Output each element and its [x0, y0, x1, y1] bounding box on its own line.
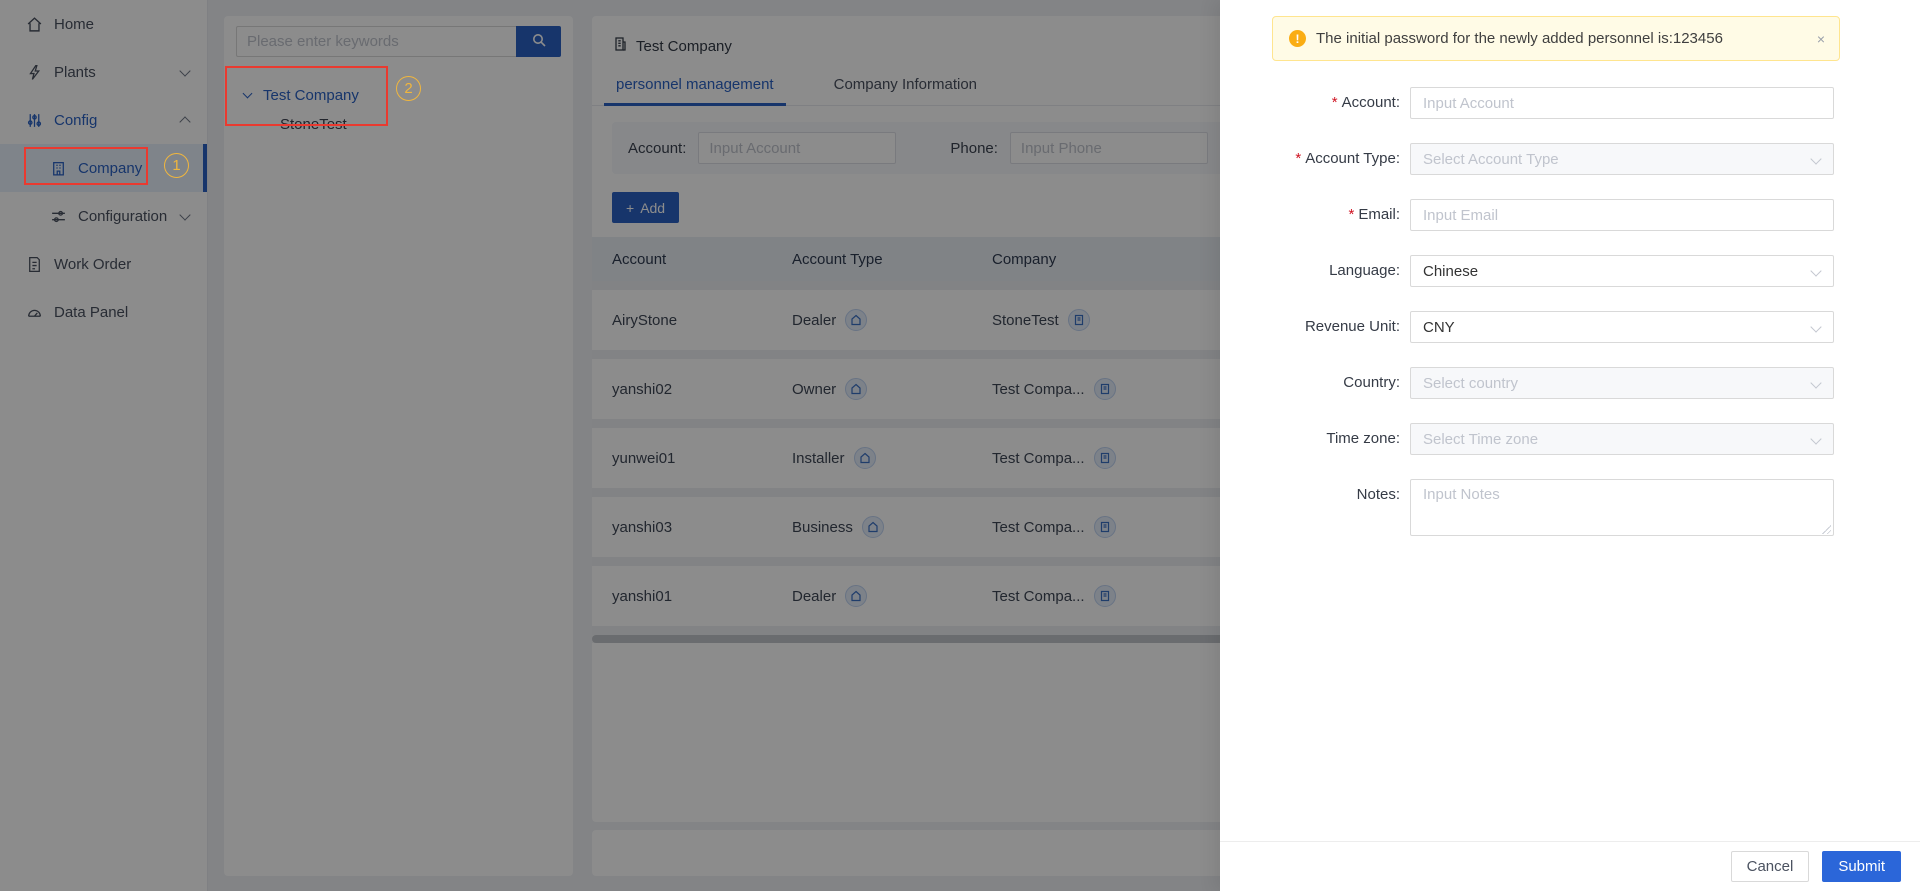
- cancel-button[interactable]: Cancel: [1731, 851, 1810, 882]
- country-select[interactable]: Select country: [1410, 367, 1834, 399]
- field-label-notes: Notes:: [1220, 479, 1410, 511]
- add-personnel-form: *Account: *Account Type: Select Account …: [1220, 87, 1920, 540]
- language-select[interactable]: Chinese: [1410, 255, 1834, 287]
- chevron-down-icon: [1810, 153, 1821, 164]
- chevron-down-icon: [1810, 321, 1821, 332]
- revenue-unit-select[interactable]: CNY: [1410, 311, 1834, 343]
- account-type-select[interactable]: Select Account Type: [1410, 143, 1834, 175]
- email-field[interactable]: [1410, 199, 1834, 231]
- field-label-email: *Email:: [1220, 199, 1410, 231]
- initial-password-alert: ! The initial password for the newly add…: [1272, 16, 1840, 61]
- chevron-down-icon: [1810, 377, 1821, 388]
- annotation-box-step2: [225, 66, 388, 126]
- add-personnel-drawer: ! The initial password for the newly add…: [1220, 0, 1920, 891]
- annotation-box-step1: [24, 147, 148, 185]
- drawer-footer: Cancel Submit: [1220, 841, 1920, 891]
- chevron-down-icon: [1810, 433, 1821, 444]
- submit-button[interactable]: Submit: [1822, 851, 1901, 882]
- alert-text: The initial password for the newly added…: [1316, 30, 1723, 47]
- notes-field[interactable]: [1410, 479, 1834, 536]
- field-label-account: *Account:: [1220, 87, 1410, 119]
- field-label-account-type: *Account Type:: [1220, 143, 1410, 175]
- field-label-country: Country:: [1220, 367, 1410, 399]
- field-label-revenue-unit: Revenue Unit:: [1220, 311, 1410, 343]
- warning-icon: !: [1289, 30, 1306, 47]
- field-label-time-zone: Time zone:: [1220, 423, 1410, 455]
- time-zone-select[interactable]: Select Time zone: [1410, 423, 1834, 455]
- annotation-number-1: 1: [164, 153, 189, 178]
- chevron-down-icon: [1810, 265, 1821, 276]
- annotation-number-2: 2: [396, 76, 421, 101]
- field-label-language: Language:: [1220, 255, 1410, 287]
- account-field[interactable]: [1410, 87, 1834, 119]
- alert-close-icon[interactable]: ×: [1817, 31, 1825, 47]
